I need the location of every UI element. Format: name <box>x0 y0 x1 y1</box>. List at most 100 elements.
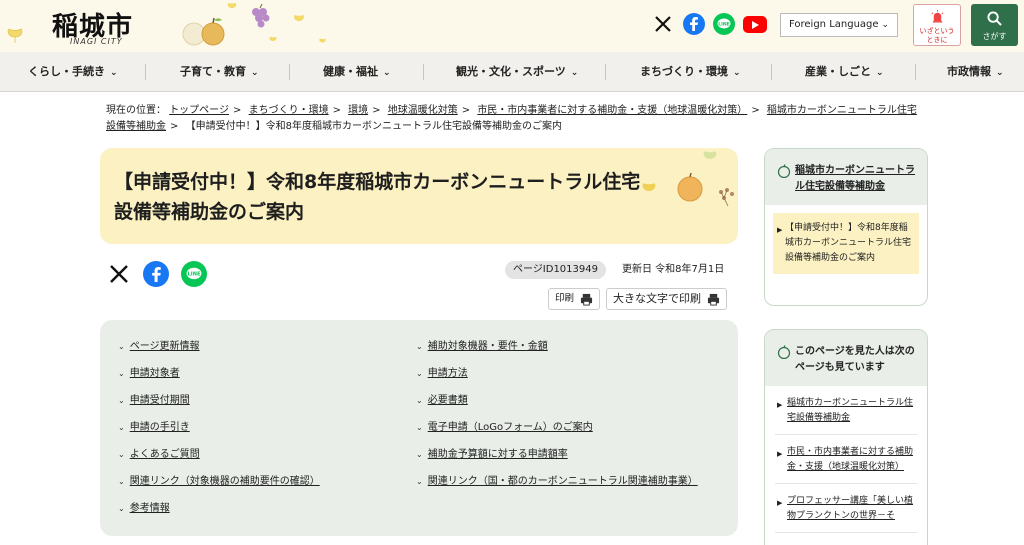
chevron-down-icon: ⌄ <box>118 477 125 486</box>
breadcrumb-separator: > <box>170 121 179 132</box>
grape-icon <box>252 4 270 28</box>
nav-divider <box>289 64 290 80</box>
ginkgo-leaf-icon <box>319 38 326 47</box>
pear-icon <box>182 17 225 46</box>
toc-link-label: よくあるご質問 <box>129 449 200 460</box>
also-viewed-title: このページを見た人は次のページも見ています <box>795 346 915 373</box>
toc-link-label: 関連リンク（国・都のカーボンニュートラル関連補助事業） <box>427 476 698 487</box>
toc-link-label: 参考情報 <box>129 503 170 514</box>
side-category-box: 稲城市カーボンニュートラル住宅設備等補助金 ▶ 【申請受付中！】令和8年度稲城市… <box>764 148 928 306</box>
search-icon <box>987 11 1002 26</box>
breadcrumb-link[interactable]: 市民・市内事業者に対する補助金・支援（地球温暖化対策） <box>477 105 747 116</box>
chevron-down-icon: ⌄ <box>876 68 884 78</box>
x-icon[interactable] <box>106 261 132 287</box>
toc-link-label: 補助金予算額に対する申請額率 <box>427 449 568 460</box>
toc-link[interactable]: ⌄ 申請方法 <box>416 367 468 381</box>
breadcrumb-separator: > <box>751 105 760 116</box>
side-current-page: ▶ 【申請受付中！】令和8年度稲城市カーボンニュートラル住宅設備等補助金のご案内 <box>773 213 919 274</box>
also-viewed-label: 稲城市カーボンニュートラル住宅設備等補助金 <box>787 398 914 423</box>
printer-icon <box>707 293 720 306</box>
nav-label: 産業・しごと <box>805 65 871 78</box>
updated-date: 更新日 令和8年7月1日 <box>622 264 725 275</box>
also-viewed-link[interactable]: ▶ 市民・市内事業者に対する補助金・支援（地球温暖化対策） <box>775 435 917 484</box>
print-large-button[interactable]: 大きな文字で印刷 <box>606 288 727 310</box>
breadcrumb-separator: > <box>332 105 341 116</box>
chevron-down-icon: ⌄ <box>251 68 259 78</box>
facebook-icon[interactable] <box>143 261 169 287</box>
print-large-label: 大きな文字で印刷 <box>613 292 701 305</box>
toc-link[interactable]: ⌄ 参考情報 <box>118 502 170 516</box>
chevron-down-icon: ⌄ <box>110 68 118 78</box>
chevron-down-icon: ⌄ <box>733 68 741 78</box>
line-icon[interactable]: LINE <box>713 13 735 35</box>
line-icon[interactable]: LINE <box>181 261 207 287</box>
breadcrumb-separator: > <box>233 105 242 116</box>
breadcrumb: 現在の位置： トップページ > まちづくり・環境 > 環境 > 地球温暖化対策 > 市民… <box>106 103 926 135</box>
table-of-contents: ⌄ ページ更新情報 ⌄ 申請対象者 ⌄ 申請受付期間 ⌄ 申請の手引き ⌄ よくあるご質問… <box>100 320 738 536</box>
toc-link[interactable]: ⌄ 申請対象者 <box>118 367 180 381</box>
emergency-label-2: ときに <box>926 36 948 44</box>
toc-link[interactable]: ⌄ 補助対象機器・要件・金額 <box>416 340 548 354</box>
toc-link-label: 申請受付期間 <box>129 395 190 406</box>
ginkgo-leaf-icon <box>269 36 277 46</box>
ginkgo-leaf-icon <box>227 2 237 14</box>
side-category-link[interactable]: 稲城市カーボンニュートラル住宅設備等補助金 <box>777 163 917 195</box>
nav-divider <box>915 64 916 80</box>
ginkgo-leaf-icon <box>7 28 23 43</box>
toc-link[interactable]: ⌄ 関連リンク（対象機器の補助要件の確認） <box>118 475 320 489</box>
nav-item-tourism[interactable]: 観光・文化・スポーツ ⌄ <box>456 52 578 92</box>
printer-icon <box>580 293 593 306</box>
toc-link[interactable]: ⌄ ページ更新情報 <box>118 340 200 354</box>
toc-link[interactable]: ⌄ 電子申請（LoGoフォーム）のご案内 <box>416 421 593 435</box>
also-viewed-box: このページを見た人は次のページも見ています ▶ 稲城市カーボンニュートラル住宅設… <box>764 329 928 545</box>
breadcrumb-separator: > <box>461 105 471 116</box>
triangle-right-icon: ▶ <box>777 401 783 409</box>
apple-icon <box>777 164 791 178</box>
nav-label: まちづくり・環境 <box>640 65 728 78</box>
chevron-down-icon: ⌄ <box>570 68 579 78</box>
chevron-down-icon: ⌄ <box>118 504 125 513</box>
nav-item-living[interactable]: くらし・手続き ⌄ <box>28 52 118 92</box>
search-button[interactable]: さがす <box>971 4 1018 46</box>
chevron-down-icon: ⌄ <box>383 68 391 78</box>
toc-link-label: 電子申請（LoGoフォーム）のご案内 <box>427 422 593 433</box>
youtube-icon[interactable] <box>743 16 767 33</box>
toc-link-label: 関連リンク（対象機器の補助要件の確認） <box>129 476 320 487</box>
page-title: 【申請受付中！】令和8年度稲城市カーボンニュートラル住宅設備等補助金のご案内 <box>114 171 641 223</box>
nav-label: 市政情報 <box>947 65 991 78</box>
x-icon[interactable] <box>652 13 674 35</box>
also-viewed-link[interactable]: ▶ 稲城市カーボンニュートラル住宅設備等補助金 <box>775 386 917 435</box>
foreign-language-select[interactable]: Foreign Language ⌄ <box>780 13 898 37</box>
side-current-label: 【申請受付中！】令和8年度稲城市カーボンニュートラル住宅設備等補助金のご案内 <box>785 223 912 263</box>
nav-label: 健康・福祉 <box>323 65 378 78</box>
toc-link[interactable]: ⌄ 申請の手引き <box>118 421 190 435</box>
emergency-button[interactable]: いざという ときに <box>913 4 961 46</box>
toc-link[interactable]: ⌄ 申請受付期間 <box>118 394 190 408</box>
facebook-icon[interactable] <box>683 13 705 35</box>
nav-item-health[interactable]: 健康・福祉 ⌄ <box>323 52 391 92</box>
breadcrumb-link[interactable]: 地球温暖化対策 <box>388 105 458 116</box>
breadcrumb-link[interactable]: トップページ <box>169 105 229 116</box>
emergency-label-1: いざという <box>919 27 955 35</box>
toc-link[interactable]: ⌄ 関連リンク（国・都のカーボンニュートラル関連補助事業） <box>416 475 698 489</box>
berries-icon <box>719 188 734 207</box>
svg-text:LINE: LINE <box>718 22 729 28</box>
chevron-down-icon: ⌄ <box>118 342 125 351</box>
toc-link[interactable]: ⌄ よくあるご質問 <box>118 448 200 462</box>
also-viewed-link[interactable]: ▶ プロフェッサー講座「美しい植物プランクトンの世界－そ <box>775 484 917 533</box>
toc-link[interactable]: ⌄ 補助金予算額に対する申請額率 <box>416 448 568 462</box>
toc-link[interactable]: ⌄ 必要書類 <box>416 394 468 408</box>
nav-item-childcare[interactable]: 子育て・教育 ⌄ <box>180 52 259 92</box>
also-viewed-heading: このページを見た人は次のページも見ています <box>765 330 927 386</box>
chevron-down-icon: ⌄ <box>118 369 125 378</box>
print-button[interactable]: 印刷 <box>548 288 601 310</box>
side-category-heading: 稲城市カーボンニュートラル住宅設備等補助金 <box>765 149 927 205</box>
nav-item-city[interactable]: 市政情報 ⌄ <box>947 52 1004 92</box>
nav-divider <box>605 64 606 80</box>
breadcrumb-prefix: 現在の位置： <box>106 105 166 116</box>
breadcrumb-link[interactable]: まちづくり・環境 <box>249 105 329 116</box>
breadcrumb-link[interactable]: 環境 <box>348 105 368 116</box>
nav-item-industry[interactable]: 産業・しごと ⌄ <box>805 52 884 92</box>
nav-item-town[interactable]: まちづくり・環境 ⌄ <box>640 52 741 92</box>
page-id-badge: ページID1013949 <box>505 261 606 279</box>
